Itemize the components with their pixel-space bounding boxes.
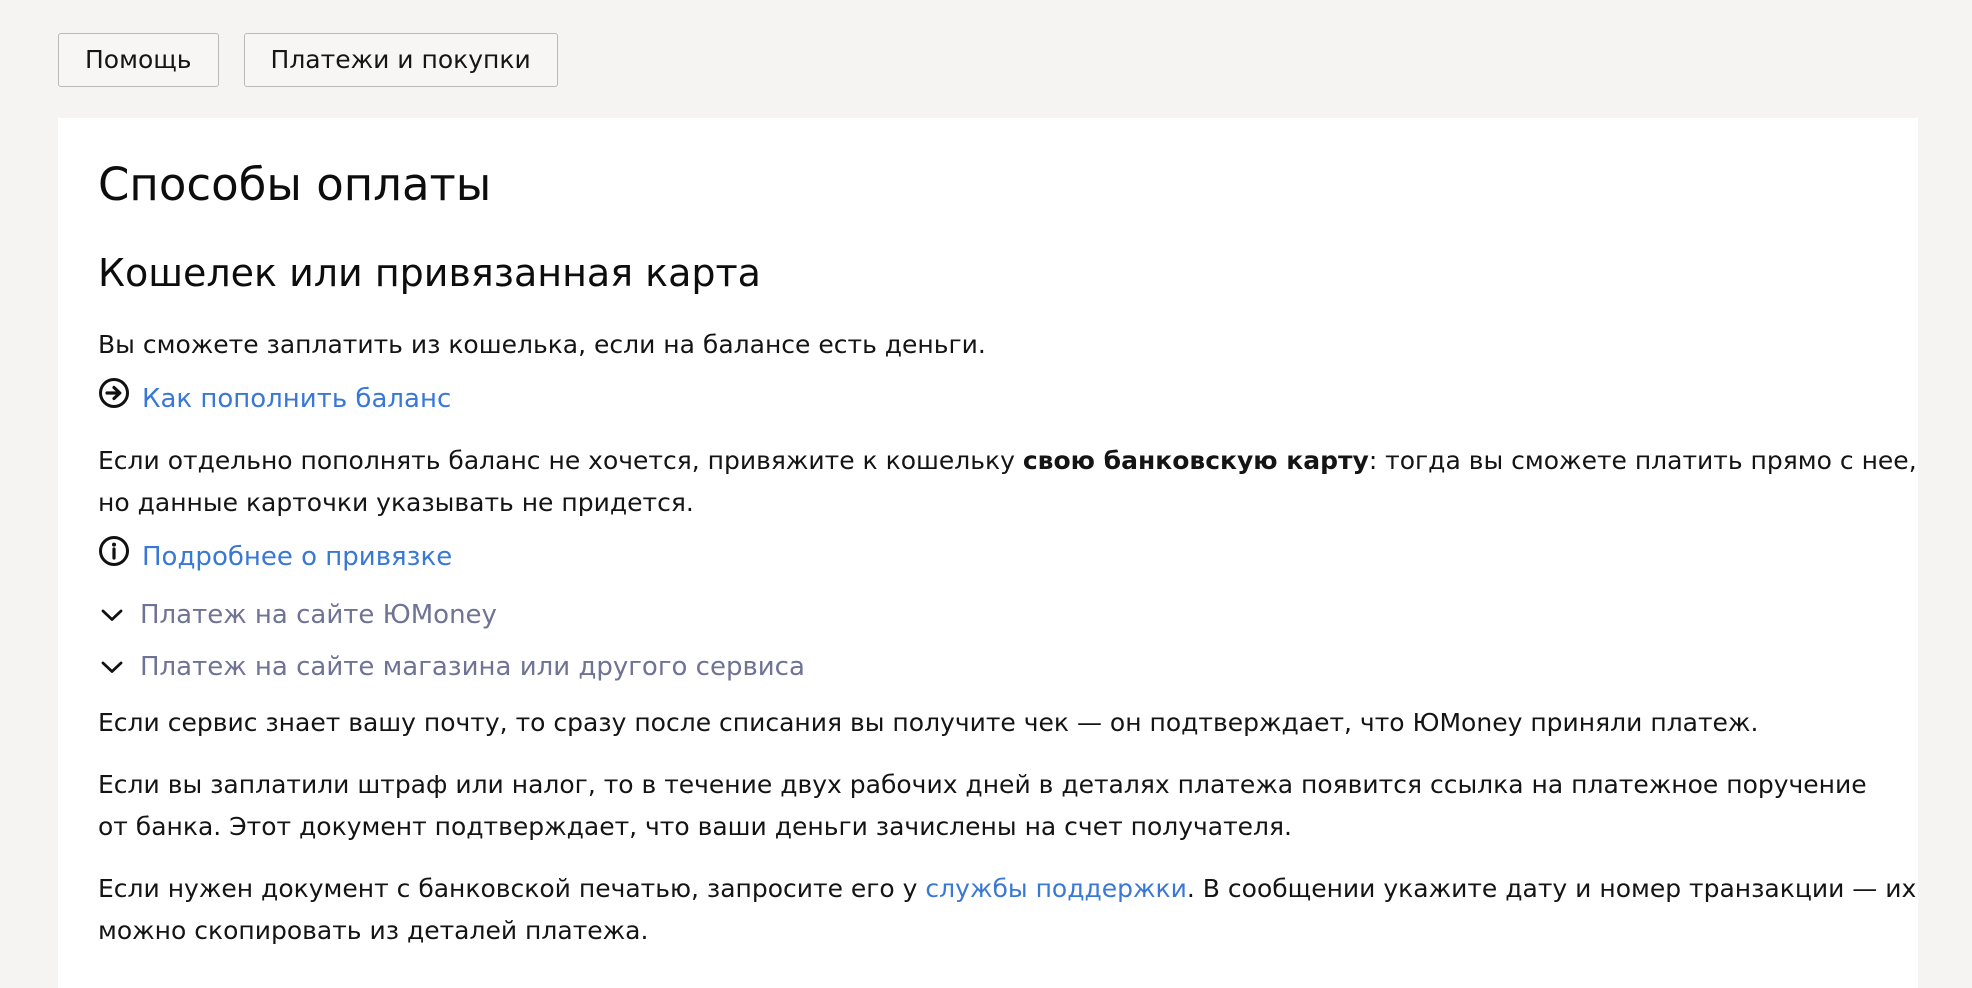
accordion-yoomoney-site[interactable]: Платеж на сайте ЮMoney bbox=[98, 594, 497, 636]
paragraph-card-text2: : тогда вы сможете платить прямо с нее, bbox=[1368, 446, 1917, 475]
binding-link-label[interactable]: Подробнее о привязке bbox=[142, 542, 452, 572]
paragraph-wallet: Вы сможете заплатить из кошелька, если н… bbox=[98, 330, 986, 359]
chevron-down-icon bbox=[101, 661, 123, 673]
accordion-shop-site-label[interactable]: Платеж на сайте магазина или другого сер… bbox=[140, 652, 805, 682]
section-title: Кошелек или привязанная карта bbox=[98, 251, 761, 295]
support-link[interactable]: службы поддержки bbox=[925, 874, 1186, 903]
topup-link[interactable]: Как пополнить баланс bbox=[98, 378, 451, 420]
binding-link[interactable]: Подробнее о привязке bbox=[98, 536, 452, 578]
arrow-circle-right-icon bbox=[99, 378, 129, 408]
page-title: Способы оплаты bbox=[98, 158, 492, 211]
topup-link-label[interactable]: Как пополнить баланс bbox=[142, 384, 451, 414]
paragraph-document-line1: Если нужен документ с банковской печатью… bbox=[98, 868, 1916, 910]
paragraph-document-text1: Если нужен документ с банковской печатью… bbox=[98, 874, 926, 903]
paragraph-fine-line2: от банка. Этот документ подтверждает, чт… bbox=[98, 812, 1293, 841]
article-card: Способы оплаты Кошелек или привязанная к… bbox=[58, 118, 1918, 988]
paragraph-document-line2: можно скопировать из деталей платежа. bbox=[98, 916, 649, 945]
breadcrumb-help-button[interactable]: Помощь bbox=[58, 33, 219, 87]
paragraph-card-text1: Если отдельно пополнять баланс не хочетс… bbox=[98, 446, 1023, 475]
paragraph-card-line2: но данные карточки указывать не придется… bbox=[98, 488, 694, 517]
paragraph-card-bold: свою банковскую карту bbox=[1022, 446, 1369, 475]
paragraph-fine-line1: Если вы заплатили штраф или налог, то в … bbox=[98, 770, 1867, 799]
paragraph-card-line1: Если отдельно пополнять баланс не хочетс… bbox=[98, 440, 1917, 482]
info-circle-icon bbox=[99, 536, 129, 566]
paragraph-document-text2: . В сообщении укажите дату и номер транз… bbox=[1186, 874, 1917, 903]
accordion-yoomoney-site-label[interactable]: Платеж на сайте ЮMoney bbox=[140, 600, 497, 630]
breadcrumb: Помощь Платежи и покупки bbox=[58, 33, 558, 87]
breadcrumb-payments-button[interactable]: Платежи и покупки bbox=[243, 33, 558, 87]
page: Помощь Платежи и покупки Способы оплаты … bbox=[0, 0, 1972, 988]
chevron-down-icon bbox=[101, 609, 123, 621]
paragraph-receipt: Если сервис знает вашу почту, то сразу п… bbox=[98, 708, 1759, 737]
accordion-shop-site[interactable]: Платеж на сайте магазина или другого сер… bbox=[98, 646, 805, 688]
